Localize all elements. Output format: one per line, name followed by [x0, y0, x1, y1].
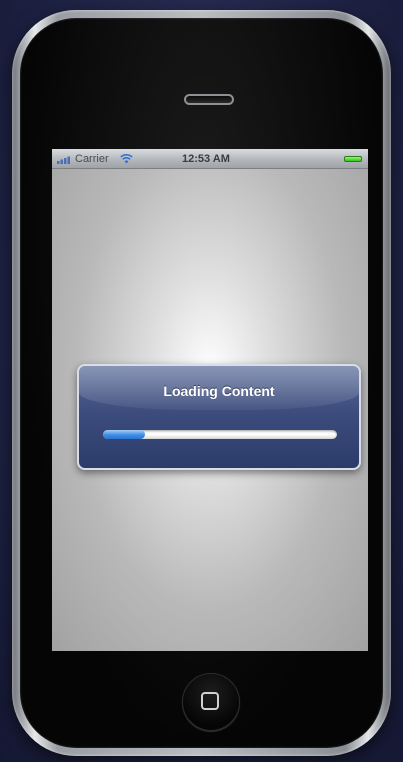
status-bar: Carrier 12:53 AM	[52, 149, 368, 169]
progress-bar	[103, 430, 337, 439]
device-screen: Carrier 12:53 AM Loading Content	[52, 149, 368, 651]
battery-icon	[344, 156, 362, 162]
home-button[interactable]	[182, 673, 240, 731]
loading-alert-dialog: Loading Content	[77, 364, 361, 470]
progress-bar-fill	[103, 430, 146, 439]
carrier-label: Carrier	[75, 153, 109, 165]
wifi-icon	[120, 154, 133, 164]
device-face: Carrier 12:53 AM Loading Content	[20, 18, 383, 748]
signal-bars-icon	[57, 156, 70, 164]
home-square-icon	[201, 692, 219, 710]
alert-title: Loading Content	[163, 383, 275, 399]
earpiece-speaker	[184, 94, 234, 105]
iphone-device-frame: Carrier 12:53 AM Loading Content	[12, 10, 391, 756]
status-time: 12:53 AM	[182, 153, 230, 165]
